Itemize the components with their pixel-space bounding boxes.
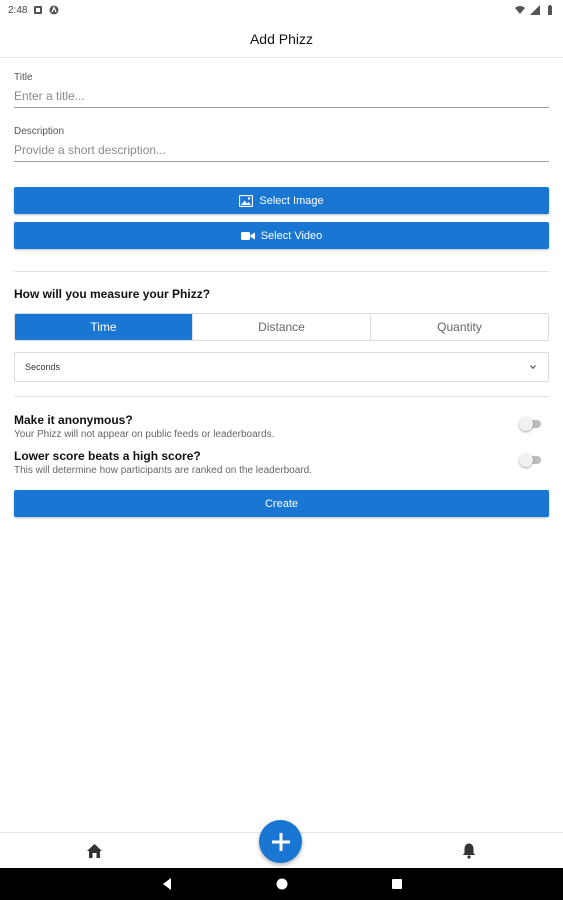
unit-select-value: Seconds xyxy=(25,362,61,372)
title-field-group: Title xyxy=(14,72,549,108)
create-button[interactable]: Create xyxy=(14,490,549,517)
lower-score-title: Lower score beats a high score? xyxy=(14,449,201,463)
chevron-down-icon xyxy=(530,365,536,370)
select-image-button[interactable]: Select Image xyxy=(14,187,549,214)
select-video-label: Select Video xyxy=(260,229,323,242)
signal-icon xyxy=(530,5,540,15)
add-phizz-form: Title Description Select Image Select Vi… xyxy=(14,58,549,517)
sim-icon xyxy=(34,6,43,14)
home-icon[interactable] xyxy=(86,843,103,859)
anonymous-description: Your Phizz will not appear on public fee… xyxy=(14,429,275,440)
select-image-label: Select Image xyxy=(259,194,324,207)
page-title: Add Phizz xyxy=(249,30,314,47)
measure-question: How will you measure your Phizz? xyxy=(14,287,211,301)
wifi-icon xyxy=(515,6,525,14)
description-label: Description xyxy=(14,126,65,137)
anonymous-toggle-row: Make it anonymous? Your Phizz will not a… xyxy=(14,413,549,440)
back-icon[interactable] xyxy=(160,877,174,891)
segment-time[interactable]: Time xyxy=(15,314,193,340)
unit-select[interactable]: Seconds xyxy=(14,352,549,382)
image-icon xyxy=(239,194,254,207)
video-camera-icon xyxy=(240,231,255,240)
anonymous-switch[interactable] xyxy=(519,417,543,431)
lower-score-toggle-row: Lower score beats a high score? This wil… xyxy=(14,449,549,476)
system-nav-bar xyxy=(0,868,563,900)
status-time: 2:48 xyxy=(8,4,28,16)
divider xyxy=(14,396,549,397)
measure-segmented-control: Time Distance Quantity xyxy=(14,313,549,341)
lower-score-description: This will determine how participants are… xyxy=(14,465,312,476)
select-video-button[interactable]: Select Video xyxy=(14,222,549,249)
recents-icon[interactable] xyxy=(391,878,403,890)
battery-icon xyxy=(548,5,552,15)
create-label: Create xyxy=(264,497,299,510)
bell-icon[interactable] xyxy=(461,842,477,859)
description-field-group: Description xyxy=(14,126,549,162)
plus-icon xyxy=(271,832,290,851)
description-input[interactable] xyxy=(14,137,549,162)
segment-distance[interactable]: Distance xyxy=(193,314,371,340)
lower-score-switch[interactable] xyxy=(519,453,543,467)
divider xyxy=(14,271,549,272)
anonymous-title: Make it anonymous? xyxy=(14,413,133,427)
status-bar: 2:48 xyxy=(0,0,563,20)
title-input[interactable] xyxy=(14,83,549,108)
title-label: Title xyxy=(14,72,33,83)
segment-quantity[interactable]: Quantity xyxy=(371,314,548,340)
app-notification-icon xyxy=(49,5,59,15)
home-circle-icon[interactable] xyxy=(276,878,288,890)
add-phizz-fab[interactable] xyxy=(259,820,302,863)
app-header: Add Phizz xyxy=(0,20,563,58)
